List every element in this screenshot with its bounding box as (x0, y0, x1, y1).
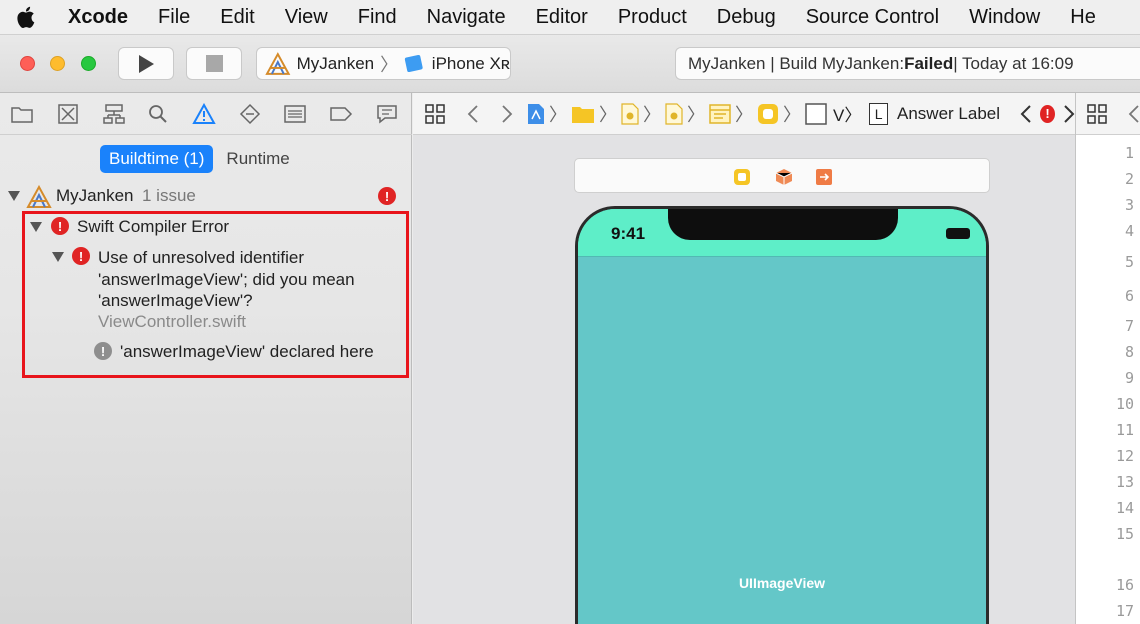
assistant-jump-bar (1076, 93, 1140, 135)
run-button[interactable] (118, 47, 174, 80)
line-number: 3 (1124, 196, 1134, 214)
scheme-separator: 〉 (380, 54, 399, 75)
status-prefix: MyJanken | Build MyJanken: (688, 53, 905, 73)
project-file-icon[interactable] (527, 103, 545, 125)
line-number: 5 (1124, 253, 1134, 271)
forward-arrow-icon[interactable] (501, 104, 513, 124)
disclosure-triangle-icon[interactable] (8, 191, 20, 201)
iphone-canvas[interactable]: 9:41 UIImageView (575, 206, 989, 624)
apple-icon[interactable] (16, 5, 38, 29)
navigator-tabs (0, 93, 412, 135)
issue-count: 1 issue (142, 186, 196, 205)
line-number: 14 (1115, 499, 1134, 517)
notch (668, 209, 898, 240)
buildtime-tab[interactable]: Buildtime (1) (100, 145, 214, 173)
menu-app-xcode[interactable]: Xcode (68, 6, 128, 29)
scene-icon[interactable] (709, 103, 731, 124)
runtime-tab[interactable]: Runtime (213, 145, 302, 173)
scene-dock (574, 158, 990, 193)
warning-icon[interactable] (192, 102, 216, 126)
menu-navigate[interactable]: Navigate (427, 6, 506, 29)
menu-debug[interactable]: Debug (717, 6, 776, 29)
exit-icon[interactable] (815, 168, 833, 186)
image-view-label[interactable]: UIImageView (578, 575, 986, 591)
back-arrow-icon[interactable] (1128, 104, 1140, 124)
back-arrow-icon[interactable] (467, 104, 479, 124)
line-number: 13 (1115, 473, 1134, 491)
test-icon[interactable] (238, 102, 262, 126)
search-icon[interactable] (146, 102, 170, 126)
jump-bar: 〉 〉 〉 〉 〉 〉 V〉 L Answer Label ! (413, 93, 1075, 135)
view-controller-icon[interactable] (733, 168, 751, 186)
menu-source-control[interactable]: Source Control (806, 6, 939, 29)
project-name[interactable]: MyJanken (56, 186, 133, 206)
label-crumb-icon: L (869, 102, 888, 125)
breakpoint-icon[interactable] (329, 102, 353, 126)
battery-icon (946, 228, 970, 239)
jump-view-crumb[interactable]: V〉 (833, 101, 861, 126)
line-number: 7 (1124, 317, 1134, 335)
jump-label-crumb[interactable]: Answer Label (897, 104, 1000, 124)
line-number: 16 (1115, 576, 1134, 594)
hierarchy-icon[interactable] (102, 102, 126, 126)
device-icon (404, 54, 423, 72)
storyboard-file-icon[interactable] (621, 102, 639, 125)
assistant-editor[interactable]: 1 2 3 4 5 6 7 8 9 10 11 12 13 14 15 16 1… (1075, 93, 1140, 624)
next-issue-icon[interactable] (1063, 104, 1075, 124)
related-items-icon[interactable] (1087, 104, 1107, 124)
view-controller-icon[interactable] (757, 103, 779, 125)
line-number: 4 (1124, 222, 1134, 240)
source-control-icon[interactable] (56, 102, 80, 126)
debug-icon[interactable] (283, 102, 307, 126)
menu-file[interactable]: File (158, 6, 190, 29)
folder-icon[interactable] (10, 102, 34, 126)
line-number: 12 (1115, 447, 1134, 465)
line-number: 9 (1124, 369, 1134, 387)
first-responder-icon[interactable] (775, 168, 793, 186)
highlight-box (22, 211, 409, 378)
phone-time: 9:41 (611, 224, 646, 243)
menu-view[interactable]: View (285, 6, 328, 29)
line-number: 6 (1124, 287, 1134, 305)
related-items-icon[interactable] (425, 103, 445, 124)
close-window-button[interactable] (20, 56, 35, 71)
device-name: iPhone Xʀ (431, 53, 510, 73)
line-number: 8 (1124, 343, 1134, 361)
menu-editor[interactable]: Editor (536, 6, 588, 29)
view-icon[interactable] (805, 102, 827, 125)
menu-window[interactable]: Window (969, 6, 1040, 29)
activity-status: MyJanken | Build MyJanken: Failed | Toda… (675, 47, 1140, 80)
line-number: 15 (1115, 525, 1134, 543)
zoom-window-button[interactable] (81, 56, 96, 71)
issue-navigator: Buildtime (1) Runtime MyJanken 1 issue !… (0, 93, 412, 624)
scheme-selector[interactable]: MyJanken 〉 iPhone Xʀ (256, 47, 511, 80)
status-suffix: | Today at 16:09 (953, 53, 1074, 73)
issue-filter-segment: Buildtime (1) Runtime (100, 145, 303, 173)
storyboard-base-icon[interactable] (665, 102, 683, 125)
menu-bar: Xcode File Edit View Find Navigate Edito… (0, 0, 1140, 35)
line-number: 1 (1124, 144, 1134, 162)
report-icon[interactable] (375, 102, 399, 126)
folder-icon[interactable] (571, 104, 595, 124)
stop-icon (205, 55, 223, 72)
menu-edit[interactable]: Edit (220, 6, 254, 29)
xcode-app-icon (265, 51, 291, 75)
menu-help[interactable]: He (1070, 6, 1096, 29)
project-error-badge: ! (378, 187, 396, 205)
play-icon (139, 54, 154, 73)
line-number: 11 (1115, 421, 1134, 439)
issue-indicator-icon[interactable]: ! (1040, 104, 1055, 123)
scheme-name: MyJanken (296, 53, 375, 73)
status-result: Failed (904, 53, 954, 73)
menu-find[interactable]: Find (358, 6, 397, 29)
previous-issue-icon[interactable] (1020, 104, 1032, 124)
line-number: 17 (1115, 602, 1134, 620)
menu-product[interactable]: Product (618, 6, 687, 29)
project-icon (26, 185, 52, 208)
interface-builder-canvas[interactable]: 〉 〉 〉 〉 〉 〉 V〉 L Answer Label ! 9:41 UII… (413, 93, 1075, 624)
line-number: 2 (1124, 170, 1134, 188)
minimize-window-button[interactable] (50, 56, 65, 71)
line-number: 10 (1115, 395, 1134, 413)
stop-button[interactable] (186, 47, 242, 80)
